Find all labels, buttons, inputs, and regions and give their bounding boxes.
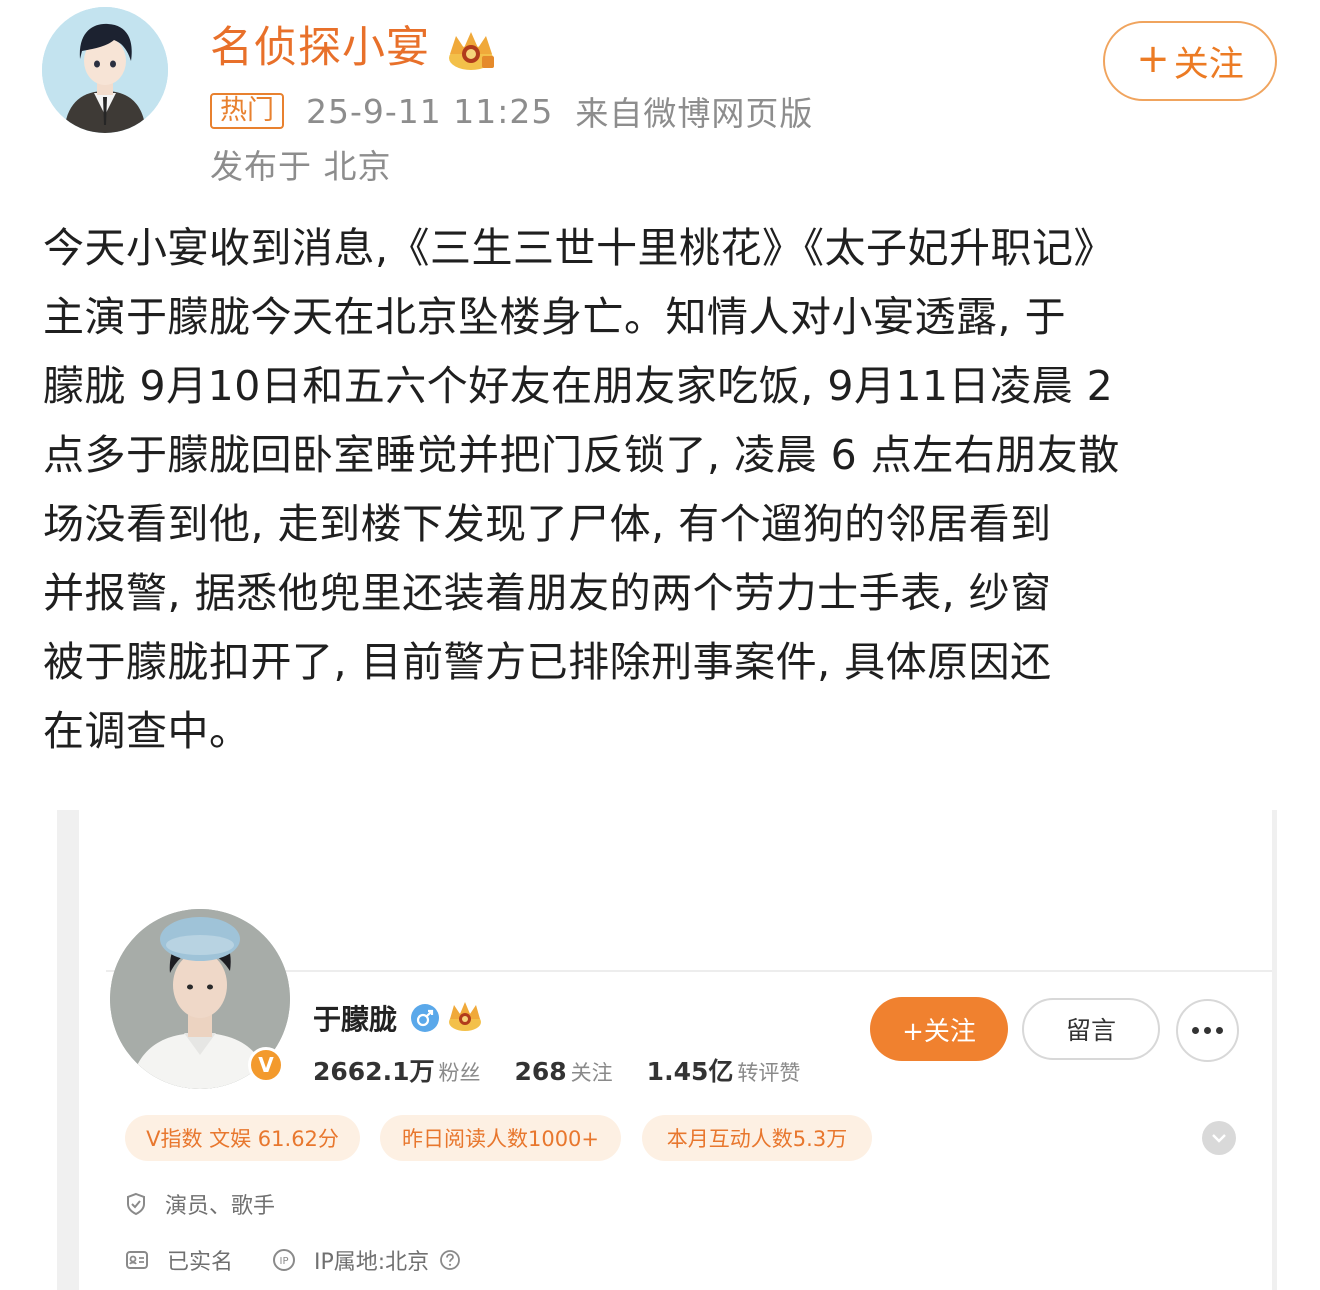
post-location: 发布于 北京 (210, 147, 392, 186)
post-text-line: 点多于朦胧回卧室睡觉并把门反锁了, 凌晨 6 点左右朋友散 (43, 431, 1120, 479)
hot-badge: 热门 (210, 93, 284, 129)
profile-stats: 2662.1万 粉丝 268 关注 1.45亿 转评赞 (313, 1052, 834, 1088)
ip-icon: IP (273, 1249, 295, 1271)
post-text-line: 主演于朦胧今天在北京坠楼身亡。知情人对小宴透露, 于 (43, 293, 1067, 341)
followers-count: 2662.1万 (313, 1057, 435, 1086)
likes-count: 1.45亿 (646, 1057, 734, 1086)
post-text: 今天小宴收到消息,《三生三世十里桃花》《太子妃升职记》 主演于朦胧今天在北京坠楼… (43, 214, 1283, 766)
post-source: 来自微博网页版 (575, 94, 814, 133)
svg-text:IP: IP (280, 1256, 289, 1267)
post-text-line: 今天小宴收到消息,《三生三世十里桃花》《太子妃升职记》 (43, 224, 1116, 272)
post-text-line: 场没看到他, 走到楼下发现了尸体, 有个遛狗的邻居看到 (43, 500, 1052, 548)
following-count: 268 (514, 1057, 567, 1086)
more-icon (1176, 999, 1239, 1062)
verified-v-icon: V (248, 1047, 284, 1083)
likes-label: 转评赞 (737, 1061, 801, 1085)
occupation-text: 演员、歌手 (165, 1194, 276, 1219)
follow-button[interactable]: + 关注 (1103, 21, 1277, 101)
author-avatar[interactable] (42, 7, 168, 133)
post-text-line: 被于朦胧扣开了, 目前警方已排除刑事案件, 具体原因还 (43, 638, 1052, 686)
ip-location-row: IP IP属地:北京 (272, 1244, 479, 1276)
profile-name: 于朦胧 (313, 1003, 398, 1036)
post-text-line: 朦胧 9月10日和五六个好友在朋友家吃饭, 9月11日凌晨 2 (43, 362, 1114, 410)
verification-row: 已实名 (125, 1244, 233, 1276)
post-text-line: 并报警, 据悉他兜里还装着朋友的两个劳力士手表, 纱窗 (43, 569, 1052, 617)
following-label: 关注 (570, 1061, 613, 1085)
followers-label: 粉丝 (438, 1061, 481, 1085)
post-timestamp[interactable]: 25-9-11 11:25 (306, 92, 553, 131)
monthly-interaction-pill: 本月互动人数5.3万 (642, 1115, 872, 1161)
v-index-pill: V指数 文娱 61.62分 (125, 1115, 360, 1161)
id-card-icon (126, 1251, 148, 1269)
ip-location-text: IP属地:北京 (314, 1250, 430, 1275)
follow-label: 关注 (1173, 44, 1244, 85)
post-text-line: 在调查中。 (43, 707, 251, 755)
crown-icon (449, 1002, 481, 1031)
chevron-down-icon (1202, 1121, 1236, 1155)
profile-follow-button: +关注 (870, 997, 1008, 1061)
plus-icon: + (1136, 36, 1170, 82)
shield-icon (127, 1192, 145, 1216)
verified-text: 已实名 (167, 1250, 234, 1275)
embed-border (1272, 810, 1277, 1290)
embed-border (57, 810, 79, 1290)
author-name[interactable]: 名侦探小宴 (210, 22, 430, 74)
post-meta: 热门 25-9-11 11:25 来自微博网页版 (210, 90, 814, 133)
male-icon (411, 1004, 439, 1032)
crown-icon (449, 32, 494, 70)
daily-readers-pill: 昨日阅读人数1000+ (380, 1115, 621, 1161)
message-button: 留言 (1022, 998, 1160, 1060)
occupation-row: 演员、歌手 (125, 1188, 275, 1220)
help-icon (440, 1250, 461, 1270)
